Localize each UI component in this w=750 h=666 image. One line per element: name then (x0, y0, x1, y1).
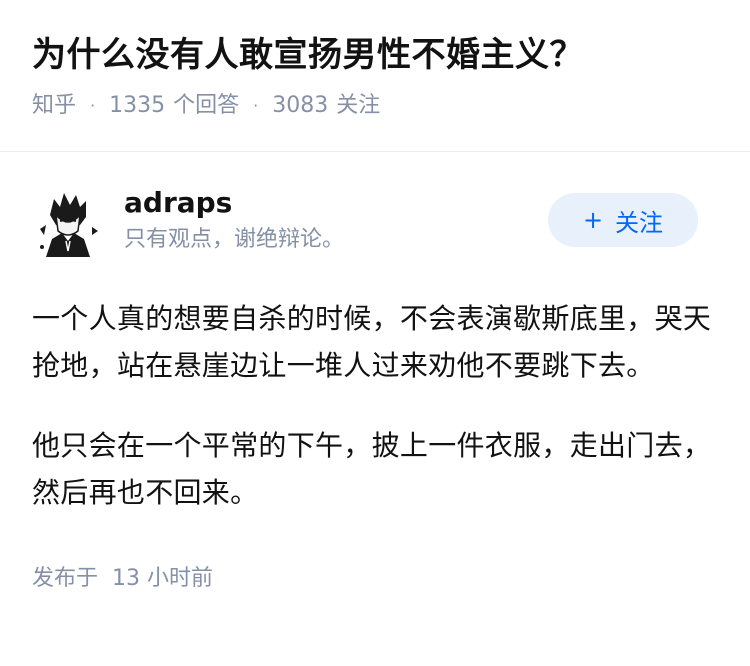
author-name[interactable]: adraps (124, 185, 344, 221)
author-info: adraps 只有观点，谢绝辩论。 (124, 185, 344, 257)
author-bio: 只有观点，谢绝辩论。 (124, 227, 345, 252)
avatar[interactable] (32, 185, 104, 257)
site-name[interactable]: 知乎 (32, 90, 76, 122)
question-title[interactable]: 为什么没有人敢宣扬男性不婚主义？ (32, 30, 718, 80)
plus-icon: + (582, 206, 604, 234)
avatar-image (32, 185, 104, 257)
author-row: adraps 只有观点，谢绝辩论。 + 关注 (32, 185, 718, 257)
question-meta: 知乎 · 1335 个回答 · 3083 关注 (32, 90, 718, 122)
posted-label: 发布于 (32, 566, 99, 591)
separator-dot: · (90, 96, 96, 115)
follow-button[interactable]: + 关注 (548, 193, 698, 247)
separator-dot: · (253, 96, 259, 115)
answer-paragraph: 一个人真的想要自杀的时候，不会表演歇斯底里，哭天抢地，站在悬崖边让一堆人过来劝他… (32, 302, 712, 382)
answer-content: 一个人真的想要自杀的时候，不会表演歇斯底里，哭天抢地，站在悬崖边让一堆人过来劝他… (32, 295, 718, 516)
followers-label: 关注 (336, 93, 381, 118)
answers-label[interactable]: 个回答 (173, 90, 239, 122)
answers-count: 1335 (109, 93, 166, 118)
posted-time: 发布于 13 小时前 (32, 560, 718, 592)
answer-card: adraps 只有观点，谢绝辩论。 + 关注 一个人真的想要自杀的时候，不会表演… (0, 152, 750, 592)
follow-label: 关注 (615, 208, 664, 237)
question-header: 为什么没有人敢宣扬男性不婚主义？ 知乎 · 1335 个回答 · 3083 关注 (0, 0, 750, 122)
followers-count: 3083 (272, 93, 329, 118)
posted-time-value: 13 小时前 (112, 566, 214, 591)
answer-paragraph: 他只会在一个平常的下午，披上一件衣服，走出门去，然后再也不回来。 (32, 429, 712, 509)
